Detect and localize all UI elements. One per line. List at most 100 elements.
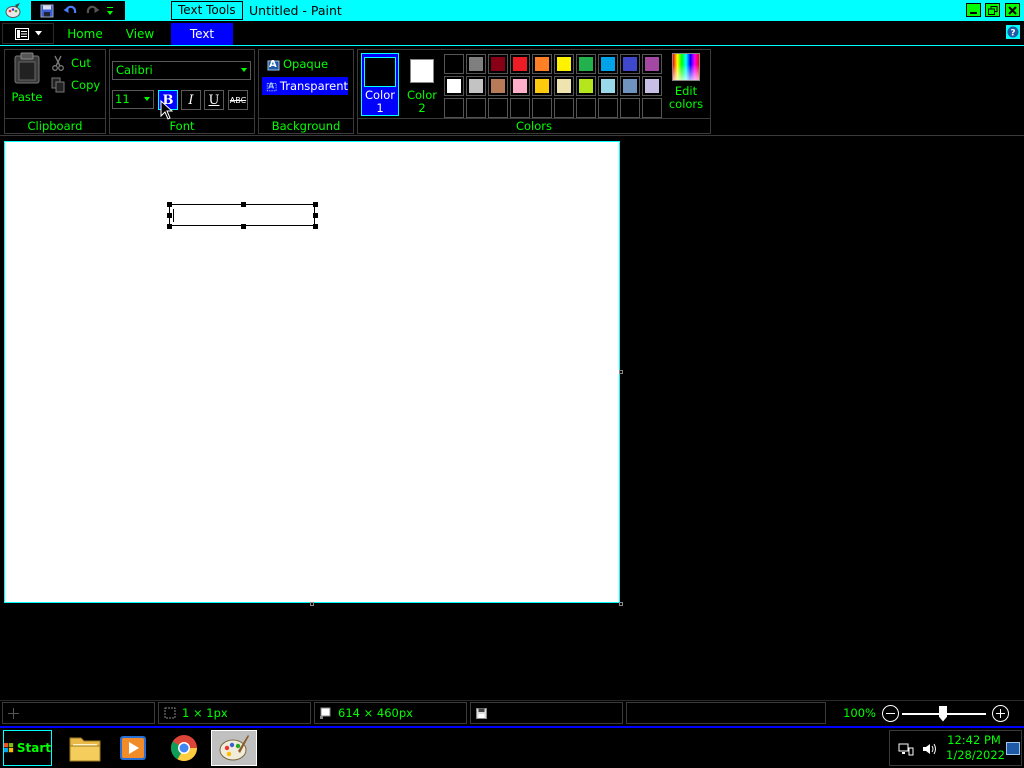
palette-swatch[interactable] <box>510 98 530 118</box>
palette-swatch[interactable] <box>598 76 618 96</box>
help-icon: ? <box>1007 26 1019 38</box>
palette-swatch[interactable] <box>444 76 464 96</box>
color-1-button[interactable]: Color 1 <box>361 53 399 116</box>
palette-swatch[interactable] <box>532 98 552 118</box>
color-2-button[interactable]: Color 2 <box>404 53 440 116</box>
taskbar-file-explorer[interactable] <box>62 730 108 766</box>
palette-swatch-fill <box>623 101 637 115</box>
palette-swatch[interactable] <box>554 54 574 74</box>
resize-handle[interactable] <box>313 213 318 218</box>
palette-swatch[interactable] <box>444 54 464 74</box>
palette-swatch[interactable] <box>466 54 486 74</box>
show-desktop-button[interactable] <box>1006 742 1020 755</box>
resize-handle[interactable] <box>313 202 318 207</box>
palette-swatch[interactable] <box>642 54 662 74</box>
system-tray: 12:42 PM 1/28/2022 <box>889 730 1022 766</box>
resize-handle[interactable] <box>313 224 318 229</box>
volume-icon[interactable] <box>922 742 938 756</box>
font-size-dropdown[interactable]: 11 <box>112 90 154 109</box>
ribbon-tab-strip: Home View Text ? <box>0 21 1024 45</box>
zoom-out-icon[interactable] <box>882 704 899 722</box>
palette-swatch[interactable] <box>554 98 574 118</box>
palette-swatch[interactable] <box>510 54 530 74</box>
resize-handle[interactable] <box>167 224 172 229</box>
minimize-button[interactable] <box>966 3 981 17</box>
palette-swatch[interactable] <box>532 76 552 96</box>
zoom-in-icon[interactable] <box>992 704 1009 722</box>
palette-swatch-fill <box>645 57 659 71</box>
customize-toolbar-icon[interactable] <box>104 2 116 19</box>
resize-handle[interactable] <box>241 202 246 207</box>
palette-swatch[interactable] <box>554 76 574 96</box>
file-menu-button[interactable] <box>2 23 54 44</box>
paste-button[interactable]: Paste <box>9 52 45 112</box>
undo-icon[interactable] <box>61 2 79 19</box>
canvas-resize-handle[interactable] <box>619 370 623 374</box>
palette-swatch[interactable] <box>576 98 596 118</box>
tab-view[interactable]: View <box>114 23 166 45</box>
transparent-button[interactable]: A Transparent <box>262 77 348 95</box>
zoom-slider[interactable] <box>902 705 986 722</box>
tab-home[interactable]: Home <box>56 23 114 45</box>
network-icon[interactable] <box>898 742 914 756</box>
taskbar-chrome[interactable] <box>161 730 207 766</box>
zoom-slider-thumb[interactable] <box>939 705 947 722</box>
copy-button[interactable]: Copy <box>51 75 100 95</box>
palette-swatch[interactable] <box>466 98 486 118</box>
cut-button[interactable]: Cut <box>51 53 91 73</box>
image-size-value: 614 × 460px <box>338 706 413 720</box>
palette-swatch[interactable] <box>576 76 596 96</box>
palette-swatch[interactable] <box>488 76 508 96</box>
strikethrough-button[interactable]: ABC <box>228 90 248 110</box>
font-family-dropdown[interactable]: Calibri <box>112 61 251 80</box>
canvas-resize-handle[interactable] <box>619 602 623 606</box>
zoom-control: 100% <box>830 702 1024 724</box>
tab-text[interactable]: Text <box>171 23 233 45</box>
edit-colors-button[interactable]: Edit colors <box>666 53 706 116</box>
palette-swatch-fill <box>447 101 461 115</box>
palette-swatch[interactable] <box>620 76 640 96</box>
underline-button[interactable]: U <box>204 90 224 110</box>
palette-swatch[interactable] <box>598 54 618 74</box>
redo-icon[interactable] <box>83 2 101 19</box>
help-button[interactable]: ? <box>1005 24 1021 40</box>
palette-swatch[interactable] <box>576 54 596 74</box>
paint-icon <box>219 735 249 761</box>
font-family-value: Calibri <box>116 63 153 77</box>
paint-app-icon[interactable] <box>3 2 23 19</box>
save-icon[interactable] <box>38 2 56 19</box>
palette-swatch[interactable] <box>598 98 618 118</box>
cut-label: Cut <box>71 56 91 70</box>
palette-swatch[interactable] <box>642 98 662 118</box>
text-tools-context-label: Text Tools <box>171 1 243 20</box>
color-palette <box>444 54 662 118</box>
restore-button[interactable] <box>985 3 1000 17</box>
clock[interactable]: 12:42 PM 1/28/2022 <box>946 733 1005 763</box>
toolbar-divider <box>118 2 125 19</box>
resize-handle[interactable] <box>167 202 172 207</box>
italic-button[interactable]: I <box>181 90 201 110</box>
transparent-icon: A <box>266 81 277 92</box>
palette-swatch[interactable] <box>488 54 508 74</box>
palette-swatch[interactable] <box>488 98 508 118</box>
palette-swatch[interactable] <box>642 76 662 96</box>
palette-swatch[interactable] <box>620 98 640 118</box>
close-button[interactable] <box>1005 3 1020 17</box>
taskbar-media-player[interactable] <box>110 730 156 766</box>
start-button[interactable]: Start <box>3 730 52 766</box>
resize-handle[interactable] <box>167 213 172 218</box>
scissors-icon <box>52 55 64 71</box>
resize-handle[interactable] <box>241 224 246 229</box>
palette-swatch[interactable] <box>532 54 552 74</box>
text-box[interactable] <box>167 202 318 229</box>
opaque-button[interactable]: A Opaque <box>262 55 348 73</box>
palette-swatch-fill <box>645 101 659 115</box>
palette-swatch[interactable] <box>510 76 530 96</box>
taskbar-paint[interactable] <box>211 730 257 766</box>
font-group: Calibri 11 B I U ABC Font <box>109 49 255 134</box>
palette-swatch[interactable] <box>620 54 640 74</box>
palette-swatch[interactable] <box>444 98 464 118</box>
canvas-resize-handle[interactable] <box>310 602 314 606</box>
palette-swatch[interactable] <box>466 76 486 96</box>
drawing-canvas[interactable] <box>4 141 620 603</box>
